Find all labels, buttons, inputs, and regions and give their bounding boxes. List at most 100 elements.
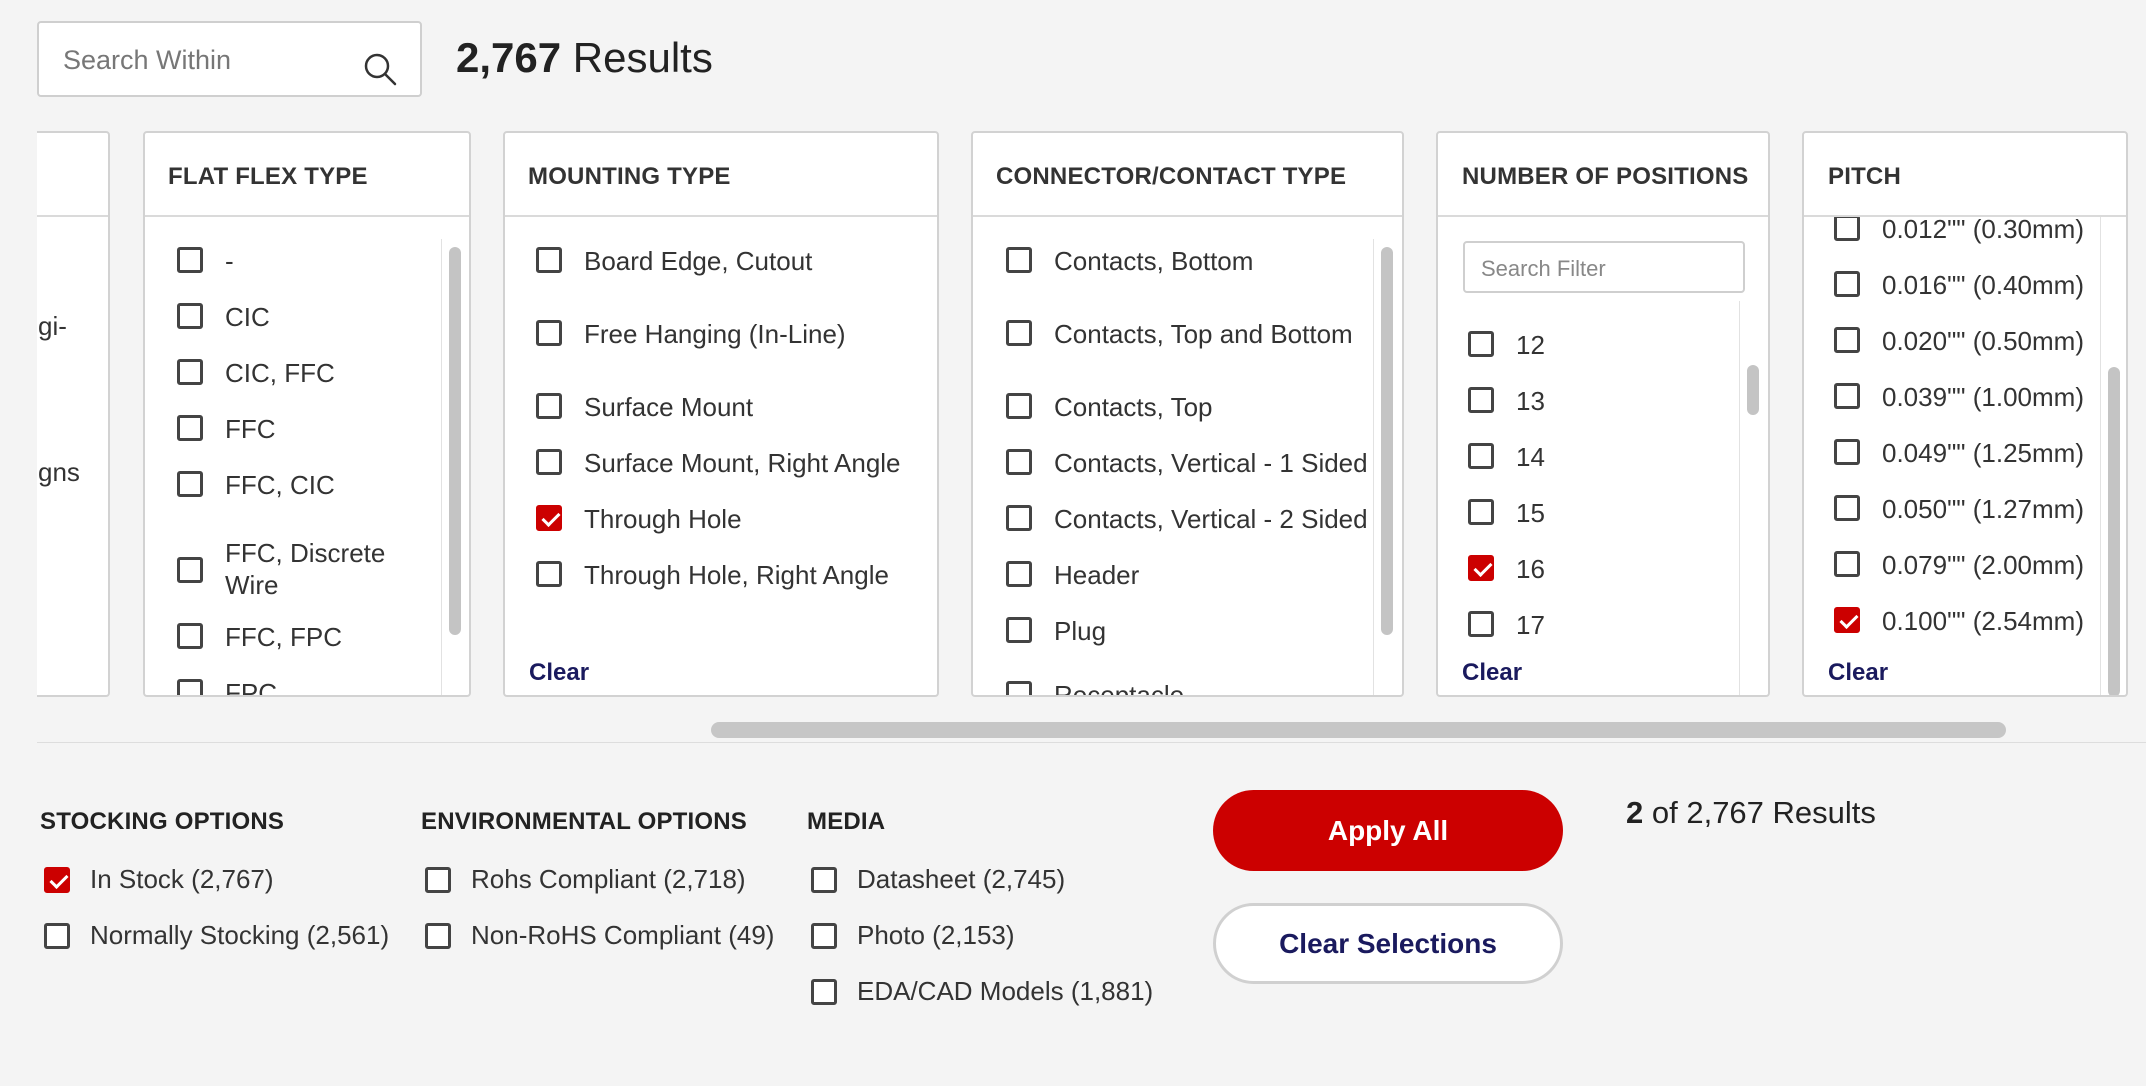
checkbox-checked[interactable] [536,505,562,531]
checkbox[interactable] [1834,271,1860,297]
option-item[interactable]: 0.039"" (1.00mm) [1834,381,2084,413]
checkbox[interactable] [536,449,562,475]
option-item[interactable]: CIC, FFC [177,357,335,389]
checkbox[interactable] [425,922,451,949]
option-item[interactable]: FFC [177,413,276,445]
checkbox[interactable] [44,922,70,949]
checkbox[interactable] [1006,449,1032,475]
option-item[interactable]: Contacts, Top and Bottom [1006,318,1353,350]
search-filter-input[interactable] [1479,253,1733,285]
checkbox-checked[interactable] [1834,607,1860,633]
option-item[interactable]: Normally Stocking (2,561) [44,920,389,951]
option-item[interactable]: Surface Mount [536,391,753,423]
checkbox[interactable] [1006,617,1032,643]
checkbox[interactable] [177,679,203,695]
checkbox[interactable] [177,471,203,497]
option-list[interactable]: Board Edge, Cutout Free Hanging (In-Line… [505,217,937,695]
checkbox[interactable] [811,978,837,1005]
clear-link[interactable]: Clear [529,659,589,687]
option-item[interactable]: 14 [1468,441,1545,473]
option-item[interactable]: Rohs Compliant (2,718) [425,864,746,895]
search-filter-box[interactable] [1463,241,1745,293]
checkbox[interactable] [1006,505,1032,531]
option-item[interactable]: Surface Mount, Right Angle [536,447,901,479]
checkbox[interactable] [177,359,203,385]
option-item[interactable]: Non-RoHS Compliant (49) [425,920,774,951]
option-item[interactable]: FFC, FPC [177,621,342,653]
checkbox[interactable] [1006,393,1032,419]
option-list[interactable]: 12 13 14 15 16 17 Clear [1438,301,1768,695]
vertical-scrollbar[interactable] [1381,247,1393,635]
option-item[interactable]: Board Edge, Cutout [536,245,812,277]
option-item[interactable]: Free Hanging (In-Line) [536,318,846,350]
checkbox[interactable] [1468,387,1494,413]
option-item[interactable]: Plug [1006,615,1106,647]
option-item[interactable]: In Stock (2,767) [44,864,274,895]
checkbox[interactable] [536,247,562,273]
option-list[interactable]: Contacts, Bottom Contacts, Top and Botto… [973,217,1402,695]
option-item[interactable]: FPC [177,677,277,695]
checkbox[interactable] [177,415,203,441]
option-item[interactable]: Through Hole [536,503,742,535]
checkbox[interactable] [811,922,837,949]
checkbox[interactable] [1834,551,1860,577]
checkbox[interactable] [1834,383,1860,409]
search-within-input[interactable] [61,37,365,83]
option-item[interactable]: FFC, Discrete Wire [177,537,385,601]
vertical-scrollbar[interactable] [449,247,461,635]
vertical-scrollbar[interactable] [1747,365,1759,415]
option-item[interactable]: 13 [1468,385,1545,417]
option-item[interactable]: Receptacle [1006,679,1184,695]
clear-link[interactable]: Clear [1462,659,1522,687]
option-item[interactable]: 0.049"" (1.25mm) [1834,437,2084,469]
checkbox[interactable] [1468,499,1494,525]
option-item[interactable]: 0.050"" (1.27mm) [1834,493,2084,525]
checkbox[interactable] [1006,681,1032,695]
option-item[interactable]: 12 [1468,329,1545,361]
option-item[interactable]: - [177,245,234,277]
checkbox[interactable] [1468,331,1494,357]
clear-selections-button[interactable]: Clear Selections [1213,903,1563,984]
checkbox[interactable] [1834,217,1860,241]
option-item[interactable]: 0.020"" (0.50mm) [1834,325,2084,357]
checkbox[interactable] [811,866,837,893]
vertical-scrollbar[interactable] [2108,367,2120,695]
option-item[interactable]: CIC [177,301,270,333]
option-item[interactable]: FFC, CIC [177,469,335,501]
option-item[interactable]: Contacts, Top [1006,391,1213,423]
option-item[interactable]: Photo (2,153) [811,920,1015,951]
option-item[interactable]: 17 [1468,609,1545,641]
checkbox[interactable] [1006,247,1032,273]
clear-link[interactable]: Clear [1828,659,1888,687]
checkbox[interactable] [1468,611,1494,637]
option-item[interactable]: Contacts, Bottom [1006,245,1253,277]
option-item[interactable]: 15 [1468,497,1545,529]
checkbox[interactable] [1006,320,1032,346]
checkbox[interactable] [1834,439,1860,465]
checkbox[interactable] [536,393,562,419]
option-list[interactable]: - CIC CIC, FFC FFC FFC, CIC FFC, Discret… [145,217,469,695]
checkbox[interactable] [536,561,562,587]
option-item[interactable]: 0.012"" (0.30mm) [1834,217,2084,245]
checkbox[interactable] [1006,561,1032,587]
option-item[interactable]: 0.079"" (2.00mm) [1834,549,2084,581]
option-item[interactable]: Datasheet (2,745) [811,864,1065,895]
option-list[interactable]: 0.012"" (0.30mm) 0.016"" (0.40mm) 0.020"… [1804,217,2126,695]
option-item[interactable]: 0.100"" (2.54mm) [1834,605,2084,637]
horizontal-scrollbar[interactable] [711,722,2006,738]
search-icon[interactable] [362,51,398,87]
checkbox-checked[interactable] [44,866,70,893]
checkbox[interactable] [177,303,203,329]
option-item[interactable]: Through Hole, Right Angle [536,559,889,591]
option-item[interactable]: Contacts, Vertical - 2 Sided [1006,503,1368,535]
option-item[interactable]: Header [1006,559,1139,591]
checkbox[interactable] [1468,443,1494,469]
option-item[interactable]: 0.016"" (0.40mm) [1834,269,2084,301]
checkbox[interactable] [425,866,451,893]
checkbox-checked[interactable] [1468,555,1494,581]
option-item[interactable]: EDA/CAD Models (1,881) [811,976,1153,1007]
checkbox[interactable] [536,320,562,346]
option-item[interactable]: Contacts, Vertical - 1 Sided [1006,447,1368,479]
search-within-box[interactable] [37,21,422,97]
apply-all-button[interactable]: Apply All [1213,790,1563,871]
